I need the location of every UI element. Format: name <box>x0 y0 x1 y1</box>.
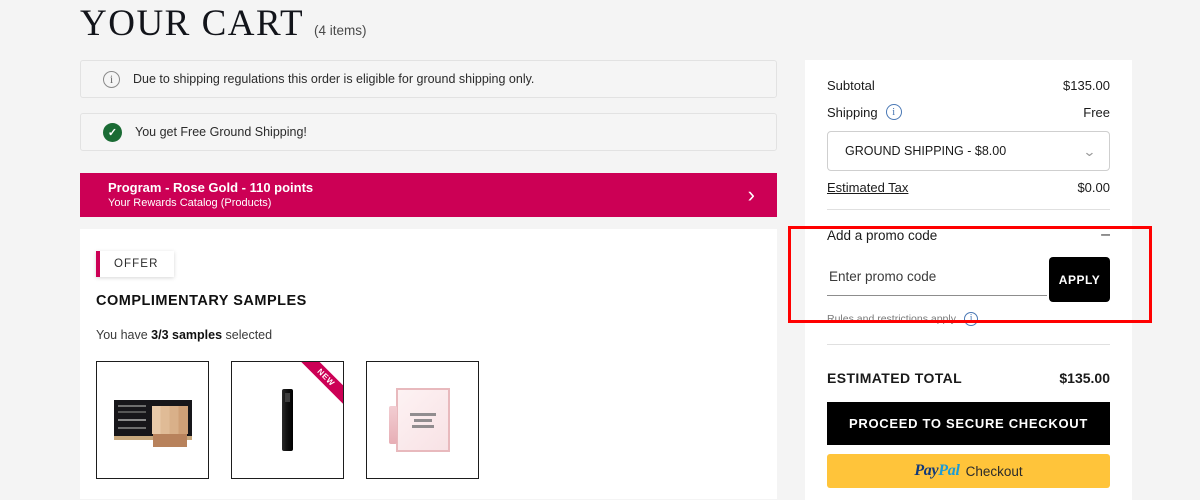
subtotal-value: $135.00 <box>1063 78 1110 93</box>
fragrance-vial-image <box>388 388 450 452</box>
new-badge-ribbon: NEW <box>293 362 343 411</box>
promo-code-input-row: APPLY <box>827 257 1110 302</box>
offer-tag: OFFER <box>96 251 175 277</box>
offer-tag-label: OFFER <box>114 258 159 270</box>
estimated-tax-value: $0.00 <box>1077 180 1110 195</box>
sample-thumbnail-mascara[interactable]: NEW <box>231 361 344 479</box>
notice-text: Due to shipping regulations this order i… <box>133 72 535 86</box>
notice-text: You get Free Ground Shipping! <box>135 125 307 139</box>
proceed-to-checkout-button[interactable]: PROCEED TO SECURE CHECKOUT <box>827 402 1110 445</box>
subtotal-label: Subtotal <box>827 78 875 93</box>
promo-rules-text: Rules and restrictions apply. <box>827 313 959 325</box>
shipping-value: Free <box>1083 104 1110 120</box>
rewards-program-banner[interactable]: Program - Rose Gold - 110 points Your Re… <box>80 173 777 217</box>
shipping-label-group: Shipping i <box>827 104 902 120</box>
promo-rules-row: Rules and restrictions apply. i <box>827 312 1110 345</box>
samples-status-prefix: You have <box>96 328 152 342</box>
makeup-palette-image <box>113 400 192 440</box>
promo-code-header[interactable]: Add a promo code – <box>827 227 1110 243</box>
samples-status-count: 3/3 samples <box>151 328 223 342</box>
shipping-label: Shipping <box>827 104 878 120</box>
info-icon: i <box>103 70 120 88</box>
paypal-logo-pal: Pal <box>938 462 960 479</box>
paypal-checkout-label: Checkout <box>965 463 1023 479</box>
sample-thumbnail-makeup-palette[interactable] <box>96 361 209 479</box>
shipping-row: Shipping i Free <box>827 104 1110 120</box>
estimated-tax-row: Estimated Tax $0.00 <box>827 180 1110 210</box>
estimated-total-value: $135.00 <box>1059 370 1110 386</box>
cart-main-column: i Due to shipping regulations this order… <box>80 60 777 499</box>
rewards-program-subtitle: Your Rewards Catalog (Products) <box>108 197 272 210</box>
apply-promo-button[interactable]: APPLY <box>1049 257 1110 302</box>
minus-collapse-icon[interactable]: – <box>1101 227 1110 243</box>
promo-code-heading: Add a promo code <box>827 227 938 243</box>
paypal-checkout-button[interactable]: PayPal Checkout <box>827 454 1110 488</box>
paypal-logo: PayPal <box>914 462 960 480</box>
shipping-method-value: GROUND SHIPPING - $8.00 <box>845 144 1007 158</box>
check-circle-icon: ✓ <box>103 122 122 142</box>
shipping-method-select[interactable]: GROUND SHIPPING - $8.00 ⌄ <box>827 131 1110 171</box>
promo-code-input[interactable] <box>827 266 1047 296</box>
vial-text-line <box>413 418 432 422</box>
shipping-regulation-notice: i Due to shipping regulations this order… <box>80 60 777 98</box>
vial-text-line <box>409 412 436 416</box>
info-icon[interactable]: i <box>964 312 979 326</box>
chevron-down-icon[interactable]: ⌄ <box>1083 145 1097 158</box>
chevron-right-icon[interactable]: › <box>748 184 755 206</box>
cart-item-count: (4 items) <box>314 23 367 38</box>
vial-text-line <box>411 424 434 428</box>
subtotal-row: Subtotal $135.00 <box>827 78 1110 93</box>
sample-thumbnail-row: NEW <box>96 361 777 479</box>
rewards-banner-text: Program - Rose Gold - 110 points Your Re… <box>108 179 313 211</box>
samples-heading: COMPLIMENTARY SAMPLES <box>96 293 307 309</box>
samples-status: You have 3/3 samples selected <box>96 328 777 342</box>
estimated-total-row: ESTIMATED TOTAL $135.00 <box>827 370 1110 386</box>
estimated-tax-link[interactable]: Estimated Tax <box>827 180 908 195</box>
complimentary-samples-card: OFFER COMPLIMENTARY SAMPLES You have 3/3… <box>80 229 777 499</box>
page-title: YOUR CART <box>80 3 305 44</box>
mascara-tube-image <box>282 389 293 451</box>
order-summary-panel: Subtotal $135.00 Shipping i Free GROUND … <box>805 60 1132 500</box>
rewards-program-title: Program - Rose Gold - 110 points <box>108 179 314 195</box>
samples-status-suffix: selected <box>222 328 273 342</box>
sample-thumbnail-fragrance-vial[interactable] <box>366 361 479 479</box>
page-header: YOUR CART (4 items) <box>80 2 367 46</box>
free-shipping-notice: ✓ You get Free Ground Shipping! <box>80 113 777 151</box>
info-icon[interactable]: i <box>885 104 902 120</box>
paypal-logo-pay: Pay <box>914 462 939 479</box>
estimated-total-label: ESTIMATED TOTAL <box>827 370 963 386</box>
